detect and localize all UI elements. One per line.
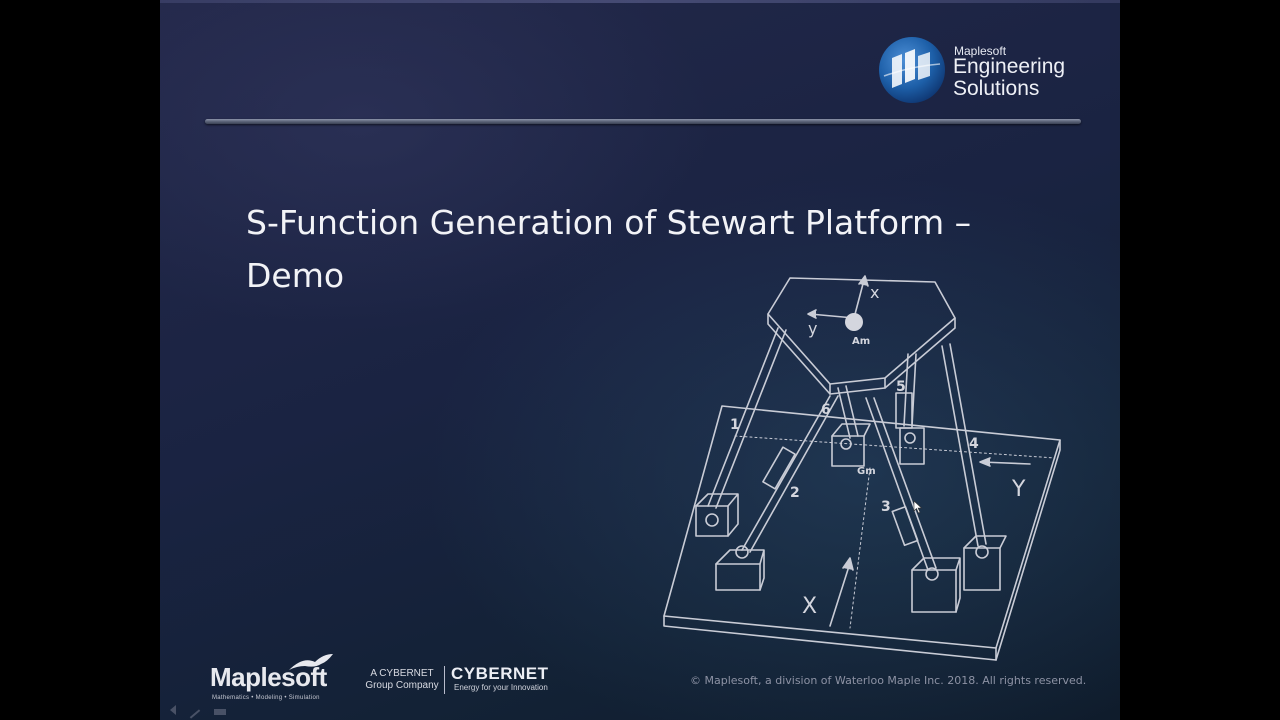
cybernet-logo-text: CYBERNET xyxy=(451,664,549,683)
cybernet-small-line-1: A CYBERNET xyxy=(370,668,434,679)
label-x-base: X xyxy=(802,594,817,619)
brand-line-engineering: Engineering xyxy=(953,55,1066,78)
label-y-top: y xyxy=(808,319,817,338)
slide-title-line-1: S-Function Generation of Stewart Platfor… xyxy=(246,203,972,242)
label-leg-5: 5 xyxy=(896,379,906,395)
label-y-base: Y xyxy=(1011,477,1026,502)
stewart-platform-diagram: x y Am Gm 1 2 3 4 5 6 X Y xyxy=(663,275,1061,661)
header-divider xyxy=(205,119,1081,124)
cybernet-group-text: A CYBERNET Group Company xyxy=(362,668,442,692)
maple-leaf-icon xyxy=(289,654,333,670)
pen-icon[interactable] xyxy=(189,709,201,719)
mouse-pointer-icon xyxy=(913,500,923,514)
base-joint-6 xyxy=(831,435,865,467)
globe-logo-icon xyxy=(879,37,945,103)
leg-4 xyxy=(941,343,987,547)
label-am: Am xyxy=(852,336,870,347)
base-joint-3 xyxy=(911,569,957,613)
leg-6 xyxy=(837,385,859,439)
previous-slide-icon[interactable] xyxy=(164,705,176,715)
base-joint-2 xyxy=(715,563,761,591)
slideshow-toolbar[interactable] xyxy=(164,700,254,719)
menu-icon[interactable] xyxy=(214,709,227,715)
footer-logos: Maplesoft Mathematics • Modeling • Simul… xyxy=(210,650,570,710)
engineering-solutions-logo: Maplesoft Engineering Solutions xyxy=(878,36,1078,106)
label-leg-2: 2 xyxy=(790,485,800,501)
cybernet-tagline: Energy for your Innovation xyxy=(454,683,548,692)
copyright-notice: © Maplesoft, a division of Waterloo Mapl… xyxy=(690,674,1087,687)
leg-5 xyxy=(903,353,917,427)
label-x-top: x xyxy=(870,283,879,302)
label-leg-4: 4 xyxy=(969,436,979,452)
top-platform xyxy=(767,277,956,385)
label-leg-1: 1 xyxy=(730,417,740,433)
label-leg-3: 3 xyxy=(881,499,891,515)
cybernet-separator xyxy=(444,666,445,694)
presentation-slide: Maplesoft Engineering Solutions S-Functi… xyxy=(160,0,1120,720)
leg-1 xyxy=(707,327,787,509)
brand-line-solutions: Solutions xyxy=(953,77,1040,100)
base-joint-1 xyxy=(695,505,729,537)
x-axis-arrow xyxy=(829,562,851,627)
base-joint-4 xyxy=(963,547,1001,591)
label-gm: Gm xyxy=(857,466,876,477)
cybernet-small-line-2: Group Company xyxy=(365,680,439,691)
label-leg-6: 6 xyxy=(821,402,831,418)
slide-title-line-2: Demo xyxy=(246,256,345,295)
leg-2 xyxy=(741,395,839,553)
base-plate xyxy=(663,405,1061,649)
